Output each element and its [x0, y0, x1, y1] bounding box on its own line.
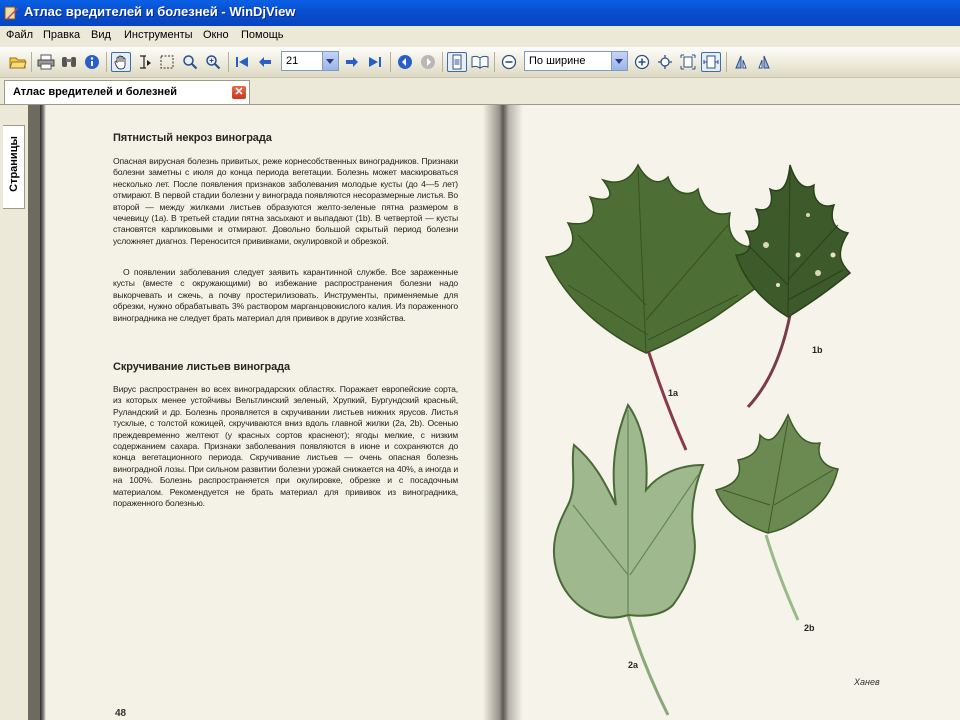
label-2a: 2a — [628, 660, 639, 670]
title-bar: Атлас вредителей и болезней - WinDjView — [0, 0, 960, 26]
rotate-right-button[interactable] — [754, 52, 774, 72]
info-icon — [85, 55, 99, 69]
document-viewport[interactable]: Пятнистый некроз винограда Опасная вирус… — [28, 105, 960, 720]
close-icon[interactable]: ✕ — [231, 85, 247, 100]
page-gutter — [483, 105, 523, 720]
rect-select-button[interactable] — [157, 52, 177, 72]
rotate-right-icon — [758, 55, 770, 69]
fit-width-icon — [703, 55, 719, 69]
arrow-left-icon — [259, 57, 271, 67]
menu-help[interactable]: Помощь — [241, 29, 284, 41]
label-1b: 1b — [812, 345, 823, 355]
pages-panel-label: Страницы — [8, 136, 20, 192]
page-number-printed: 48 — [115, 708, 127, 719]
chevron-down-icon[interactable] — [611, 52, 627, 70]
zoom-tool-button[interactable] — [180, 52, 200, 72]
document-tab[interactable]: Атлас вредителей и болезней ✕ — [4, 80, 250, 104]
open-button[interactable] — [8, 52, 28, 72]
menu-tools[interactable]: Инструменты — [124, 29, 193, 41]
arrow-right-icon — [346, 57, 358, 67]
label-1a: 1a — [668, 388, 679, 398]
menu-bar: Файл Правка Вид Инструменты Окно Помощь — [0, 26, 960, 46]
text-cursor-icon — [140, 55, 151, 69]
label-2b: 2b — [804, 623, 815, 633]
open-folder-icon — [9, 57, 27, 69]
printer-icon — [37, 54, 55, 70]
forward-circle-icon — [421, 55, 435, 69]
window-title: Атлас вредителей и болезней - WinDjView — [24, 4, 296, 19]
zoom-in-button[interactable] — [632, 52, 652, 72]
find-button[interactable] — [59, 52, 79, 72]
hand-icon — [114, 55, 126, 70]
heading-leafroll: Скручивание листьев винограда — [113, 361, 291, 373]
dashed-rectangle-icon — [160, 55, 174, 69]
single-page-icon — [452, 54, 462, 70]
actual-size-button[interactable] — [655, 52, 675, 72]
zoom-out-button[interactable] — [499, 52, 519, 72]
rotate-left-button[interactable] — [731, 52, 751, 72]
binoculars-icon — [62, 57, 76, 67]
back-button[interactable] — [395, 52, 415, 72]
illustrator-signature: Ханев — [854, 677, 880, 687]
document-tab-strip: Атлас вредителей и болезней ✕ — [0, 78, 960, 105]
last-page-button[interactable] — [365, 52, 385, 72]
plus-circle-icon — [634, 54, 650, 70]
text-select-button[interactable] — [135, 52, 155, 72]
menu-view[interactable]: Вид — [91, 29, 111, 41]
app-icon — [4, 6, 18, 20]
magnifier-plus-icon — [206, 55, 221, 70]
document-tab-label: Атлас вредителей и болезней — [13, 86, 177, 98]
menu-file[interactable]: Файл — [6, 29, 33, 41]
rotate-left-icon — [735, 55, 747, 69]
paragraph-necrosis-2: О появлении заболевания следует заявить … — [113, 267, 458, 323]
last-page-icon — [369, 57, 381, 67]
page-number-combo[interactable]: 21 — [281, 51, 339, 71]
chevron-down-icon[interactable] — [322, 52, 338, 70]
first-page-button[interactable] — [232, 52, 252, 72]
single-page-button[interactable] — [447, 52, 467, 72]
fit-page-button[interactable] — [678, 52, 698, 72]
zoom-combo[interactable]: По ширине — [524, 51, 628, 71]
zoom-value: По ширине — [529, 55, 586, 67]
paragraph-leafroll: Вирус распространен во всех виноградарск… — [113, 384, 458, 509]
magnify-button[interactable] — [203, 52, 223, 72]
leaf-illustrations — [544, 163, 852, 716]
page-right — [498, 105, 960, 720]
prev-page-button[interactable] — [255, 52, 275, 72]
fit-width-button[interactable] — [701, 52, 721, 72]
open-book-icon — [471, 55, 489, 69]
minus-circle-icon — [501, 54, 517, 70]
facing-pages-button[interactable] — [470, 52, 490, 72]
next-page-button[interactable] — [342, 52, 362, 72]
fit-page-icon — [680, 54, 696, 70]
menu-edit[interactable]: Правка — [43, 29, 80, 41]
menu-window[interactable]: Окно — [203, 29, 229, 41]
page-number-value: 21 — [286, 55, 299, 67]
pages-panel-tab[interactable]: Страницы — [3, 125, 25, 209]
toolbar — [0, 47, 960, 78]
first-page-icon — [236, 57, 248, 67]
magnifier-icon — [183, 55, 198, 70]
info-button[interactable] — [82, 52, 102, 72]
paragraph-necrosis-1: Опасная вирусная болезнь привитых, реже … — [113, 156, 458, 246]
sidebar: Страницы — [0, 105, 28, 720]
forward-button[interactable] — [418, 52, 438, 72]
hand-tool-button[interactable] — [111, 52, 131, 72]
heading-necrosis: Пятнистый некроз винограда — [113, 132, 272, 144]
print-button[interactable] — [36, 52, 56, 72]
actual-size-icon — [658, 55, 672, 69]
back-circle-icon — [398, 55, 412, 69]
